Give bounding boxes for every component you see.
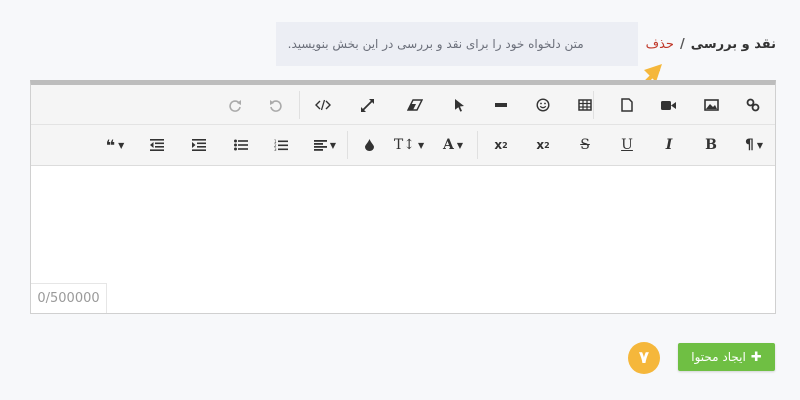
toolbar-separator	[477, 131, 478, 159]
outdent-icon[interactable]	[143, 133, 171, 157]
breadcrumb-separator: /	[679, 36, 685, 52]
create-content-button[interactable]: ✚ ایجاد محتوا	[678, 343, 775, 371]
redo-icon[interactable]	[221, 93, 249, 117]
clear-format-icon[interactable]	[401, 93, 429, 117]
page-title: نقد و بررسی	[690, 36, 776, 52]
underline-icon[interactable]: U	[613, 133, 641, 157]
align-icon[interactable]: ▼	[307, 133, 343, 157]
color-drop-icon[interactable]	[355, 133, 383, 157]
toolbar-row-format: ¶ ▼ B I U S x2 x2 A ▼ T↕ ▼ ▼ 123 ❝ ▼	[31, 125, 775, 165]
toolbar-separator	[347, 131, 348, 159]
video-icon[interactable]	[655, 93, 683, 117]
font-color-icon[interactable]: A ▼	[435, 133, 471, 157]
header: نقد و بررسی / حذف متن دلخواه خود را برای…	[275, 22, 776, 66]
character-counter: 0/500000	[31, 283, 107, 313]
paragraph-icon[interactable]: ¶ ▼	[737, 133, 771, 157]
bold-icon[interactable]: B	[697, 133, 725, 157]
indent-icon[interactable]	[185, 133, 213, 157]
fullscreen-icon[interactable]	[353, 93, 381, 117]
italic-icon[interactable]: I	[655, 133, 683, 157]
editor-toolbar: ¶ ▼ B I U S x2 x2 A ▼ T↕ ▼ ▼ 123 ❝ ▼	[31, 85, 775, 166]
toolbar-row-insert	[31, 85, 775, 125]
link-icon[interactable]	[739, 93, 767, 117]
image-icon[interactable]	[697, 93, 725, 117]
strikethrough-icon[interactable]: S	[571, 133, 599, 157]
step-badge: ۷	[628, 342, 660, 374]
horizontal-rule-icon[interactable]	[487, 93, 515, 117]
breadcrumb: نقد و بررسی / حذف	[646, 37, 776, 52]
undo-icon[interactable]	[261, 93, 289, 117]
subscript-icon[interactable]: x2	[529, 133, 557, 157]
ordered-list-icon[interactable]: 123	[267, 133, 295, 157]
rich-text-editor: ¶ ▼ B I U S x2 x2 A ▼ T↕ ▼ ▼ 123 ❝ ▼ 0/5…	[30, 80, 776, 314]
font-size-icon[interactable]: T↕ ▼	[391, 133, 427, 157]
file-icon[interactable]	[613, 93, 641, 117]
unordered-list-icon[interactable]	[227, 133, 255, 157]
quote-icon[interactable]: ❝ ▼	[97, 133, 133, 157]
emoji-icon[interactable]	[529, 93, 557, 117]
hint-text: متن دلخواه خود را برای نقد و بررسی در ای…	[287, 37, 584, 51]
delete-link[interactable]: حذف	[646, 37, 674, 52]
svg-text:3: 3	[274, 147, 277, 151]
hint-box: متن دلخواه خود را برای نقد و بررسی در ای…	[275, 22, 638, 66]
table-icon[interactable]	[571, 93, 599, 117]
select-icon[interactable]	[445, 93, 473, 117]
plus-icon: ✚	[750, 349, 762, 365]
editor-textarea[interactable]: 0/500000	[31, 169, 775, 313]
code-view-icon[interactable]	[309, 93, 337, 117]
superscript-icon[interactable]: x2	[487, 133, 515, 157]
create-content-label: ایجاد محتوا	[691, 350, 746, 364]
toolbar-separator	[299, 91, 300, 119]
